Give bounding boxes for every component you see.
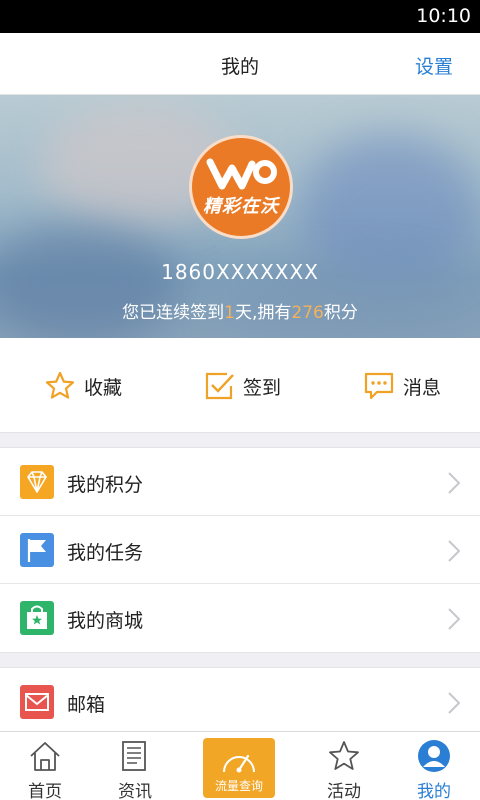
news-icon [122,741,146,771]
user-icon [418,740,450,772]
checkin-button[interactable]: 签到 [203,369,281,403]
messages-button[interactable]: 消息 [363,369,441,403]
tab-mine[interactable]: 我的 [404,732,464,800]
tab-news[interactable]: 资讯 [105,732,165,800]
favorites-button[interactable]: 收藏 [44,369,122,403]
menu-item-mall[interactable]: 我的商城 [0,584,480,652]
chevron-right-icon [448,692,460,714]
settings-button[interactable]: 设置 [415,52,453,79]
header: 我的 设置 [0,33,480,95]
chevron-right-icon [448,472,460,494]
home-icon [30,742,60,771]
message-icon [364,372,394,400]
flag-icon [20,533,54,567]
bottom-tabbar: 首页 资讯 流量查询 活动 我的 [0,731,480,800]
mail-icon [20,685,54,719]
quick-actions: 收藏 签到 消息 [0,338,480,433]
avatar[interactable]: 精彩在沃 [189,135,293,239]
tab-home[interactable]: 首页 [15,732,75,800]
menu-group-account: 我的积分 我的任务 我的商城 [0,447,480,653]
tab-activities[interactable]: 活动 [314,732,374,800]
unicom-logo-icon [206,158,277,190]
tab-data-usage[interactable]: 流量查询 [203,738,275,798]
menu-item-points[interactable]: 我的积分 [0,448,480,516]
shopping-bag-icon [20,601,54,635]
menu-group-mail: 邮箱 [0,667,480,737]
star-icon [329,741,359,770]
speedometer-icon [223,754,255,773]
signin-summary: 您已连续签到1天,拥有276积分 [122,303,358,323]
menu-item-tasks[interactable]: 我的任务 [0,516,480,584]
menu-item-mail[interactable]: 邮箱 [0,668,480,736]
menu-item-label: 我的任务 [67,542,144,564]
page-title: 我的 [220,56,259,78]
status-time: 10:10 [416,5,471,27]
signin-days: 1 [224,303,235,323]
star-outline-icon [45,371,75,399]
chevron-right-icon [448,608,460,630]
status-bar: 10:10 [0,0,480,33]
points-count: 276 [291,303,324,323]
phone-number: 1860XXXXXXX [161,260,319,284]
avatar-text: 精彩在沃 [203,196,279,217]
menu-item-label: 邮箱 [67,694,106,716]
diamond-icon [20,465,54,499]
menu-item-label: 我的积分 [67,474,144,496]
checkin-icon [205,372,234,400]
chevron-right-icon [448,540,460,562]
profile-banner: 精彩在沃 1860XXXXXXX 您已连续签到1天,拥有276积分 [0,95,480,338]
menu-item-label: 我的商城 [67,610,144,632]
